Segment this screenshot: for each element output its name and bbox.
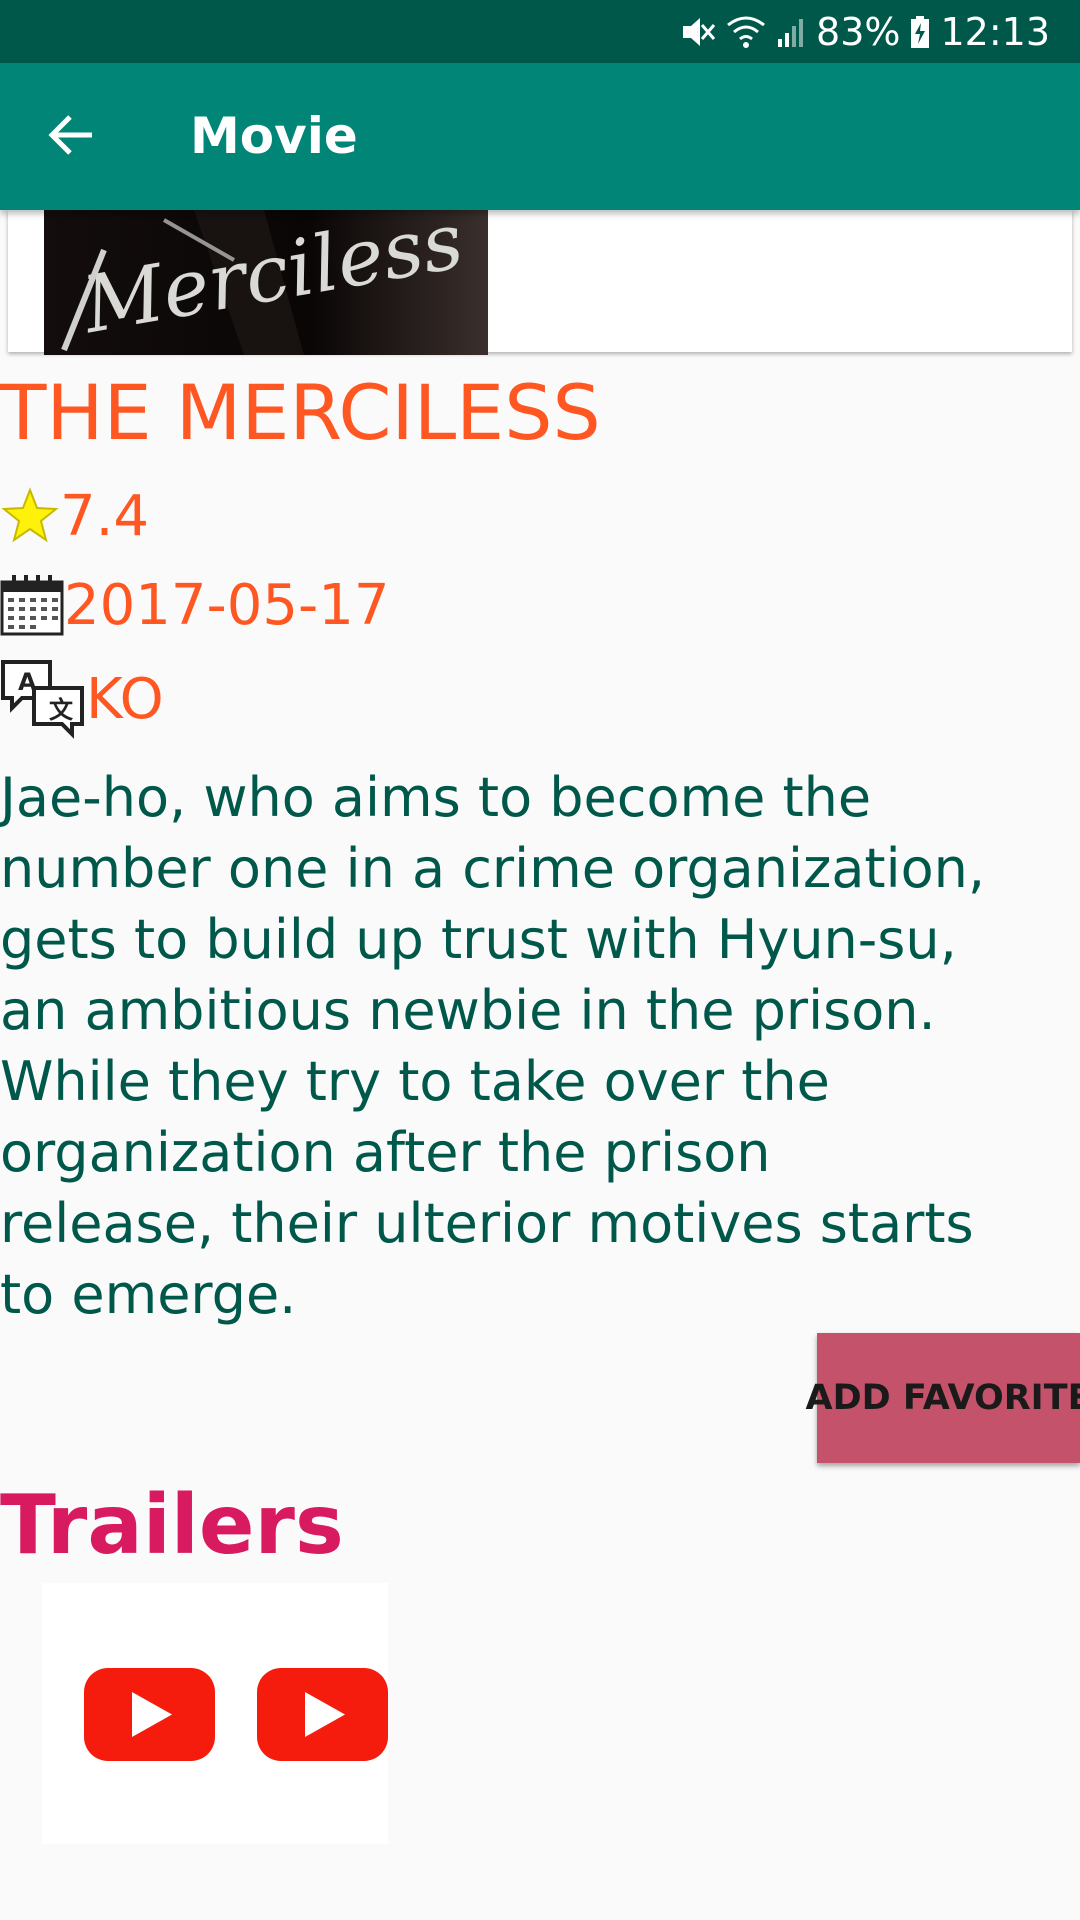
add-favorite-button[interactable]: ADD FAVORITE — [806, 1333, 1080, 1463]
movie-title: THE MERCILESS — [0, 368, 601, 457]
app-bar-title: Movie — [190, 107, 358, 165]
back-button[interactable] — [34, 99, 110, 175]
battery-charging-icon — [910, 15, 930, 49]
language-value: KO — [86, 666, 164, 732]
trailer-item[interactable] — [215, 1583, 388, 1844]
star-icon — [0, 487, 60, 545]
trailer-item[interactable] — [42, 1583, 215, 1844]
release-date-row: 2017-05-17 — [0, 572, 389, 638]
poster-card: Merciless — [8, 210, 1072, 355]
status-icons: 83% 12:13 — [680, 0, 1050, 63]
youtube-play-icon — [84, 1668, 215, 1761]
movie-poster-image: Merciless — [44, 210, 488, 355]
battery-percent: 83% — [816, 9, 901, 54]
release-date-value: 2017-05-17 — [64, 572, 390, 638]
movie-detail-screen: 83% 12:13 Movie Merciless THE MERCILESS … — [0, 0, 1080, 1920]
rating-row: 7.4 — [0, 483, 150, 549]
app-bar: Movie — [0, 63, 1080, 210]
youtube-play-icon — [257, 1668, 388, 1761]
translate-icon: A 文 — [0, 658, 86, 740]
movie-overview: Jae-ho, who aims to become the number on… — [0, 766, 986, 1326]
signal-icon — [776, 15, 806, 49]
trailers-heading: Trailers — [0, 1478, 344, 1573]
clock: 12:13 — [940, 9, 1050, 54]
calendar-icon — [0, 572, 64, 638]
trailer-list — [42, 1583, 388, 1844]
language-row: A 文 KO — [0, 658, 164, 740]
svg-text:文: 文 — [49, 696, 74, 724]
mute-icon — [680, 15, 716, 49]
rating-value: 7.4 — [60, 483, 150, 549]
arrow-back-icon — [48, 113, 96, 162]
status-bar: 83% 12:13 — [0, 0, 1080, 63]
wifi-icon — [726, 15, 766, 49]
